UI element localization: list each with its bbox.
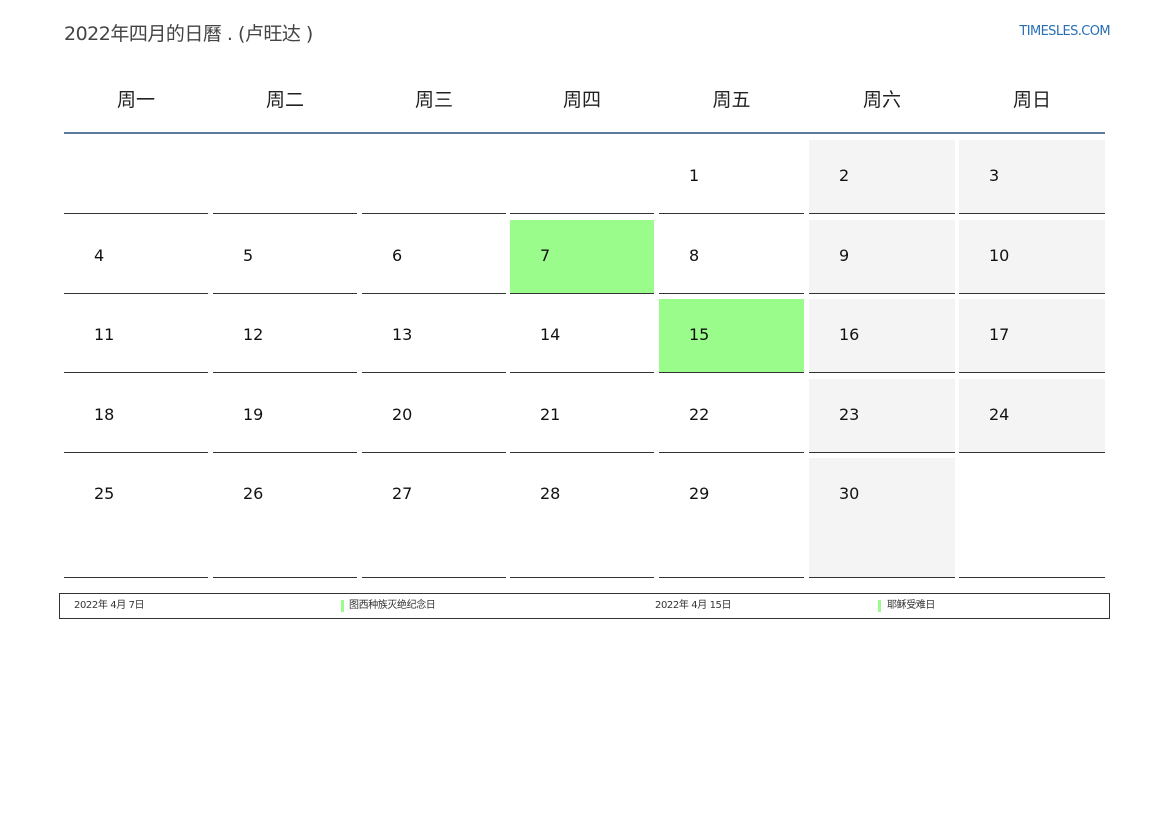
day-number: 25 <box>94 484 115 503</box>
day-number: 20 <box>392 405 413 424</box>
day-cell[interactable]: 8 <box>659 220 804 294</box>
day-cell[interactable]: 11 <box>64 299 208 373</box>
day-cell[interactable]: 16 <box>809 299 955 373</box>
day-number: 14 <box>540 325 561 344</box>
day-cell[interactable]: 10 <box>959 220 1105 294</box>
day-number: 11 <box>94 325 115 344</box>
day-number: 27 <box>392 484 413 503</box>
day-cell[interactable]: 26 <box>213 458 357 578</box>
day-cell[interactable]: 21 <box>510 379 654 453</box>
day-cell[interactable]: 2 <box>809 140 955 214</box>
day-cell-holiday[interactable]: 7 <box>510 220 654 294</box>
day-number: 26 <box>243 484 264 503</box>
day-cell[interactable]: 5 <box>213 220 357 294</box>
day-number: 6 <box>392 246 403 265</box>
day-number: 7 <box>540 246 551 265</box>
day-cell-empty <box>959 458 1105 578</box>
day-cell[interactable]: 4 <box>64 220 208 294</box>
day-number: 9 <box>839 246 850 265</box>
day-number: 13 <box>392 325 413 344</box>
day-cell[interactable]: 29 <box>659 458 804 578</box>
day-cell-empty <box>510 140 654 214</box>
day-cell[interactable]: 20 <box>362 379 506 453</box>
site-link[interactable]: TIMESLES.COM <box>1019 24 1110 39</box>
day-cell-empty <box>64 140 208 214</box>
day-cell[interactable]: 30 <box>809 458 955 578</box>
weekday-sat: 周六 <box>862 89 901 111</box>
day-number: 15 <box>689 325 710 344</box>
day-number: 28 <box>540 484 561 503</box>
day-number: 29 <box>689 484 710 503</box>
day-cell[interactable]: 22 <box>659 379 804 453</box>
day-number: 2 <box>839 166 850 185</box>
day-cell[interactable]: 28 <box>510 458 654 578</box>
weekday-mon: 周一 <box>116 89 155 111</box>
legend-holiday-name: 耶稣受难日 <box>887 600 935 611</box>
day-cell[interactable]: 17 <box>959 299 1105 373</box>
weekday-header: 周一 周二 周三 周四 周五 周六 周日 <box>64 70 1105 134</box>
weekday-fri: 周五 <box>712 89 751 111</box>
day-cell[interactable]: 18 <box>64 379 208 453</box>
page-title: 2022年四月的日曆 . (卢旺达 ) <box>64 23 313 45</box>
day-number: 1 <box>689 166 700 185</box>
holiday-legend: 2022年 4月 7日 图西种族灭绝纪念日 2022年 4月 15日 耶稣受难日 <box>59 593 1110 619</box>
day-cell[interactable]: 6 <box>362 220 506 294</box>
legend-date: 2022年 4月 7日 <box>74 600 145 611</box>
day-cell[interactable]: 1 <box>659 140 804 214</box>
day-cell[interactable]: 23 <box>809 379 955 453</box>
day-cell[interactable]: 24 <box>959 379 1105 453</box>
day-number: 24 <box>989 405 1010 424</box>
day-number: 5 <box>243 246 254 265</box>
day-number: 17 <box>989 325 1010 344</box>
day-cell[interactable]: 19 <box>213 379 357 453</box>
weekday-wed: 周三 <box>414 89 453 111</box>
day-number: 18 <box>94 405 115 424</box>
day-number: 16 <box>839 325 860 344</box>
day-cell[interactable]: 13 <box>362 299 506 373</box>
day-cell[interactable]: 3 <box>959 140 1105 214</box>
day-number: 30 <box>839 484 860 503</box>
day-number: 21 <box>540 405 561 424</box>
day-cell-empty <box>213 140 357 214</box>
legend-holiday-name: 图西种族灭绝纪念日 <box>349 600 436 611</box>
day-cell-holiday[interactable]: 15 <box>659 299 804 373</box>
legend-color-marker <box>341 600 344 612</box>
weekday-sun: 周日 <box>1012 89 1051 111</box>
day-cell[interactable]: 14 <box>510 299 654 373</box>
weekday-tue: 周二 <box>265 89 304 111</box>
day-cell[interactable]: 25 <box>64 458 208 578</box>
day-number: 8 <box>689 246 700 265</box>
day-cell[interactable]: 9 <box>809 220 955 294</box>
weekday-thu: 周四 <box>562 89 601 111</box>
day-cell-empty <box>362 140 506 214</box>
day-number: 4 <box>94 246 105 265</box>
day-number: 23 <box>839 405 860 424</box>
day-cell[interactable]: 12 <box>213 299 357 373</box>
day-number: 19 <box>243 405 264 424</box>
day-number: 22 <box>689 405 710 424</box>
day-number: 3 <box>989 166 1000 185</box>
legend-date: 2022年 4月 15日 <box>655 600 732 611</box>
legend-color-marker <box>878 600 881 612</box>
day-number: 10 <box>989 246 1010 265</box>
day-number: 12 <box>243 325 264 344</box>
day-cell[interactable]: 27 <box>362 458 506 578</box>
